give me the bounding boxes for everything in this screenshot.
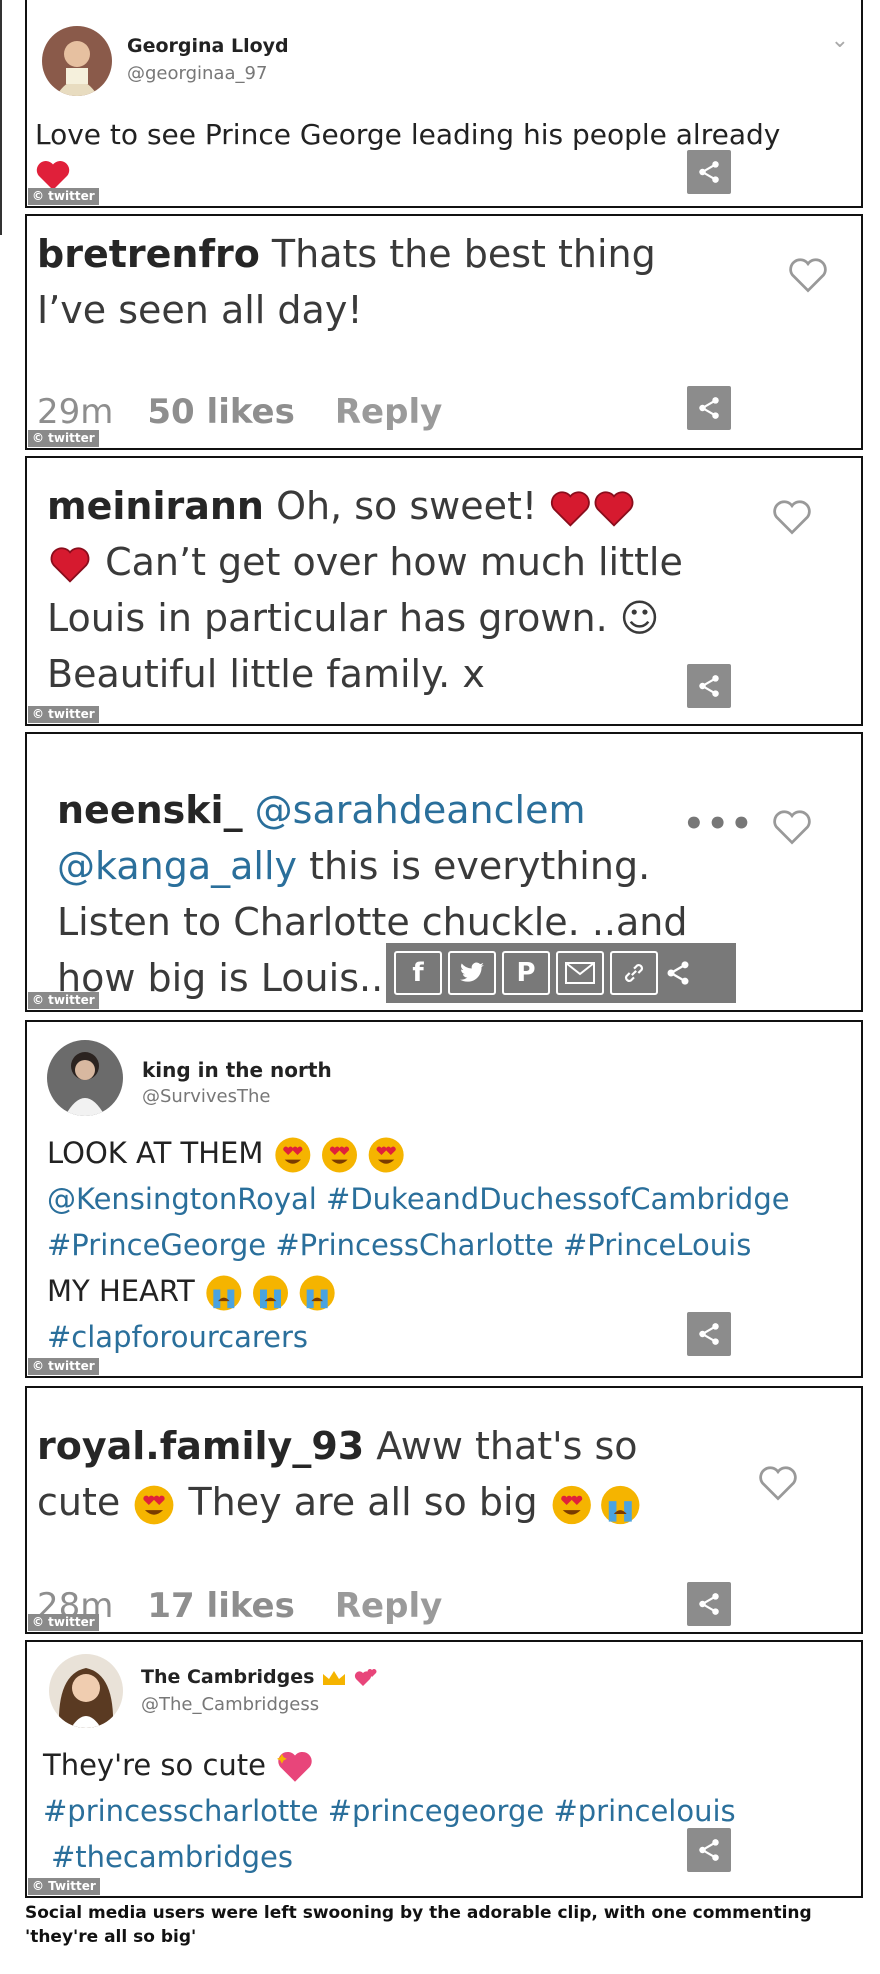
share-toolbar: f P [386, 943, 736, 1003]
tweet-text: They're so cute #princesscharlotte #prin… [43, 1748, 736, 1874]
hashtag-link[interactable]: #DukeandDuchessofCambridge [326, 1182, 790, 1216]
source-badge: © twitter [28, 1358, 99, 1375]
red-hearts-icon [551, 490, 634, 527]
chevron-down-icon[interactable]: ⌄ [831, 30, 849, 52]
user-handle[interactable]: @SurvivesThe [142, 1086, 270, 1107]
share-button[interactable] [687, 664, 731, 708]
comment-text: royal.family_93 Aww that's so cute They … [37, 1418, 642, 1530]
hashtag-link[interactable]: #princelouis [553, 1794, 735, 1828]
hashtag-link[interactable]: #princegeorge [328, 1794, 545, 1828]
reply-link[interactable]: Reply [335, 1586, 442, 1626]
like-heart-icon[interactable] [757, 1464, 799, 1502]
tweet-card-king-in-the-north: king in the north @SurvivesThe LOOK AT T… [25, 1020, 863, 1378]
share-icon [699, 1839, 719, 1861]
like-count[interactable]: 17 likes [147, 1586, 294, 1626]
source-badge: © twitter [28, 430, 99, 447]
heart-eyes-emoji-icon [134, 1485, 174, 1524]
share-icon [699, 1593, 719, 1615]
heart-eyes-and-crying-emoji-icon [552, 1485, 640, 1524]
share-icon [699, 161, 719, 183]
mention-link[interactable]: @sarahdeanclem [255, 788, 586, 832]
comment-username[interactable]: bretrenfro [37, 232, 260, 276]
share-button[interactable] [687, 150, 731, 194]
like-heart-icon[interactable] [771, 808, 813, 846]
reply-link[interactable]: Reply [335, 392, 442, 432]
share-icon[interactable] [664, 959, 692, 987]
hashtag-link[interactable]: #princesscharlotte [43, 1794, 318, 1828]
comment-username[interactable]: meinirann [47, 484, 264, 528]
display-name[interactable]: Georgina Lloyd [127, 35, 289, 57]
share-button[interactable] [687, 1312, 731, 1356]
sparkling-heart-icon [277, 1751, 312, 1782]
avatar[interactable] [42, 26, 112, 96]
pinterest-icon[interactable]: P [502, 951, 550, 995]
source-badge: © twitter [28, 1614, 99, 1631]
comment-meta: 29m 50 likes Reply [37, 392, 442, 432]
share-button[interactable] [687, 1828, 731, 1872]
left-edge-line [0, 0, 2, 235]
share-button[interactable] [687, 386, 731, 430]
hashtag-link[interactable]: #PrinceLouis [563, 1228, 751, 1262]
heart-icon [36, 161, 70, 190]
source-badge: © twitter [28, 992, 99, 1009]
more-options-icon[interactable]: ••• [683, 804, 754, 844]
email-icon[interactable] [556, 951, 604, 995]
facebook-icon[interactable]: f [394, 951, 442, 995]
like-heart-icon[interactable] [787, 256, 829, 294]
comment-card-meinirann: meinirann Oh, so sweet! Can’t get over h… [25, 456, 863, 726]
comment-username[interactable]: neenski_ [57, 788, 243, 832]
display-name[interactable]: The Cambridges [141, 1666, 378, 1688]
heart-eyes-emoji-icon [274, 1137, 404, 1173]
share-button[interactable] [687, 1582, 731, 1626]
share-icon [699, 397, 719, 419]
share-icon [699, 1323, 719, 1345]
tweet-text: Love to see Prince George leading his pe… [35, 118, 781, 151]
crying-face-emoji-icon [206, 1275, 335, 1311]
comment-card-royal-family-93: royal.family_93 Aww that's so cute They … [25, 1386, 863, 1634]
avatar[interactable] [49, 1654, 123, 1728]
tweet-card-the-cambridges: The Cambridges @The_Cambridgess They're … [25, 1640, 863, 1898]
tweet-card-georgina: Georgina Lloyd @georginaa_97 ⌄ Love to s… [25, 0, 863, 208]
comment-username[interactable]: royal.family_93 [37, 1424, 364, 1468]
mention-link[interactable]: @KensingtonRoyal [47, 1182, 317, 1216]
display-name[interactable]: king in the north [142, 1058, 332, 1082]
user-handle[interactable]: @The_Cambridgess [141, 1694, 319, 1715]
red-heart-icon [50, 546, 90, 583]
comment-time: 29m [37, 392, 114, 432]
hashtag-link[interactable]: #clapforourcarers [47, 1320, 308, 1354]
comment-text: bretrenfro Thats the best thing I’ve see… [37, 232, 656, 332]
tweet-text: LOOK AT THEM @KensingtonRoyal #DukeandDu… [47, 1136, 790, 1354]
twitter-icon[interactable] [448, 951, 496, 995]
hashtag-link[interactable]: #PrinceGeorge [47, 1228, 266, 1262]
source-badge: © twitter [28, 188, 99, 205]
avatar[interactable] [47, 1040, 123, 1116]
crown-icon [323, 1670, 346, 1685]
two-hearts-icon [354, 1668, 377, 1686]
hashtag-link[interactable]: #thecambridges [51, 1840, 293, 1874]
comment-card-bretrenfro: bretrenfro Thats the best thing I’ve see… [25, 214, 863, 450]
mention-link[interactable]: @kanga_ally [57, 844, 297, 888]
share-icon [699, 675, 719, 697]
comment-text: meinirann Oh, so sweet! Can’t get over h… [47, 484, 683, 696]
like-heart-icon[interactable] [771, 498, 813, 536]
hashtag-link[interactable]: #PrincessCharlotte [275, 1228, 553, 1262]
source-badge: © Twitter [28, 1878, 100, 1895]
user-handle[interactable]: @georginaa_97 [127, 63, 267, 84]
image-caption: Social media users were left swooning by… [25, 1903, 812, 1947]
source-badge: © twitter [28, 706, 99, 723]
link-icon[interactable] [610, 951, 658, 995]
like-count[interactable]: 50 likes [147, 392, 294, 432]
